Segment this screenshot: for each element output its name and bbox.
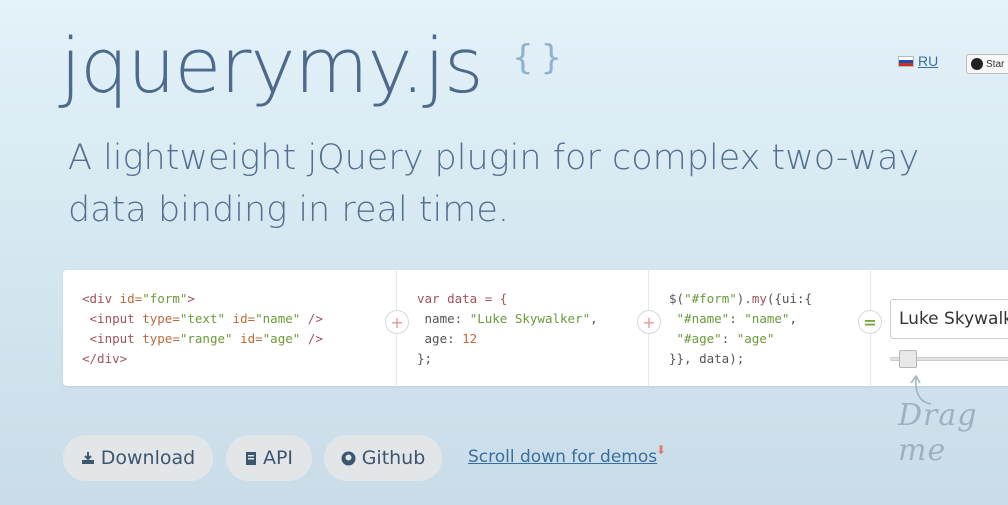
github-icon	[341, 451, 356, 465]
api-button[interactable]: API	[226, 435, 312, 481]
download-button[interactable]: Download	[63, 435, 213, 481]
bind-code-block: $("#form").my({ui:{ "#name": "name", "#a…	[649, 270, 871, 386]
slider-thumb[interactable]	[899, 350, 917, 368]
lang-link-ru[interactable]: RU	[918, 53, 938, 69]
plus-icon: +	[637, 310, 661, 334]
data-code-block: var data = { name: "Luke Skywalker", age…	[397, 270, 649, 386]
plus-icon: +	[385, 310, 409, 334]
document-icon	[245, 451, 256, 465]
arrow-down-icon: ⬇	[656, 443, 667, 457]
name-input[interactable]: Luke Skywalker	[890, 299, 1008, 339]
github-button[interactable]: Github	[324, 435, 442, 481]
drag-hint: Drag me	[898, 398, 978, 468]
download-icon	[81, 452, 94, 464]
scroll-down-link[interactable]: Scroll down for demos	[468, 447, 657, 467]
tagline: A lightweight jQuery plugin for complex …	[68, 138, 920, 230]
braces-icon: { }	[512, 38, 562, 78]
github-star-button[interactable]: Star	[966, 54, 1008, 74]
russian-flag-icon	[898, 55, 914, 67]
star-label: Star	[986, 58, 1005, 70]
language-switcher[interactable]: RU	[898, 53, 938, 69]
html-code-block: <div id="form"> <input type="text" id="n…	[63, 270, 397, 386]
equals-icon: =	[858, 310, 882, 334]
github-icon	[971, 58, 983, 70]
logo: jquerymy.js	[60, 21, 484, 110]
